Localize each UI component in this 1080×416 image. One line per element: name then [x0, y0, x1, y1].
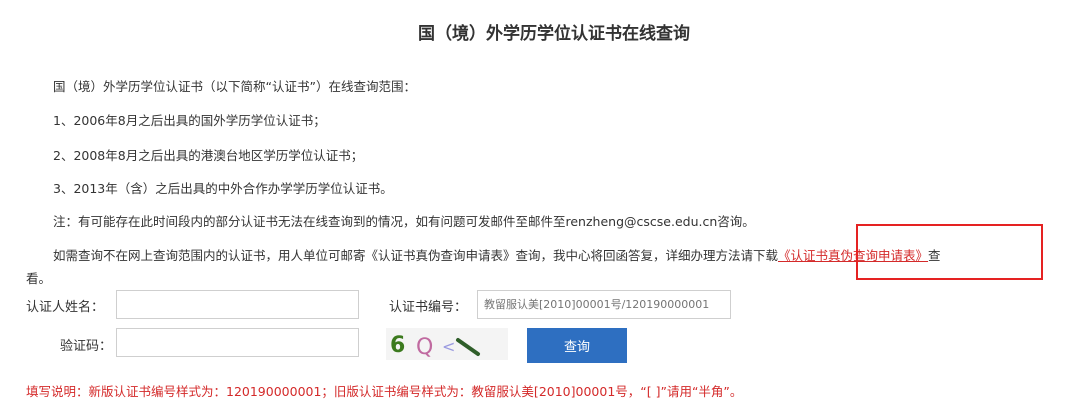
page-title: 国（境）外学历学位认证书在线查询	[418, 24, 690, 44]
note-text: 注：有可能存在此时间段内的部分认证书无法在线查询到的情况，如有问题可发邮件至邮件…	[53, 214, 755, 229]
scope-intro: 国（境）外学历学位认证书（以下简称“认证书”）在线查询范围：	[53, 79, 416, 94]
captcha-input[interactable]	[116, 328, 359, 357]
cert-number-label: 认证书编号：	[389, 300, 468, 315]
svg-text:Q: Q	[416, 335, 433, 360]
request-paragraph: 如需查询不在网上查询范围内的认证书，用人单位可邮寄《认证书真伪查询申请表》查询，…	[53, 245, 941, 264]
name-input[interactable]	[116, 290, 359, 319]
scope-item-1: 1、2006年8月之后出具的国外学历学位认证书；	[53, 113, 326, 128]
request-text-tail: 查	[928, 248, 941, 263]
captcha-label: 验证码：	[60, 339, 113, 354]
scope-item-2: 2、2008年8月之后出具的港澳台地区学历学位认证书；	[53, 148, 364, 163]
captcha-glyphs: 6 Q <	[390, 333, 480, 360]
captcha-image[interactable]: 6 Q <	[386, 328, 508, 360]
application-form-link[interactable]: 《认证书真伪查询申请表》	[778, 248, 928, 263]
search-button[interactable]: 查询	[527, 328, 627, 363]
request-text: 如需查询不在网上查询范围内的认证书，用人单位可邮寄《认证书真伪查询申请表》查询，…	[53, 248, 779, 263]
cert-number-input[interactable]	[477, 290, 731, 319]
svg-text:<: <	[442, 337, 455, 356]
svg-text:6: 6	[390, 333, 405, 358]
help-text: 填写说明：新版认证书编号样式为：120190000001；旧版认证书编号样式为：…	[26, 384, 743, 399]
name-label: 认证人姓名：	[26, 300, 105, 315]
scope-item-3: 3、2013年（含）之后出具的中外合作办学学历学位认证书。	[53, 181, 393, 196]
request-continuation: 看。	[26, 271, 52, 286]
